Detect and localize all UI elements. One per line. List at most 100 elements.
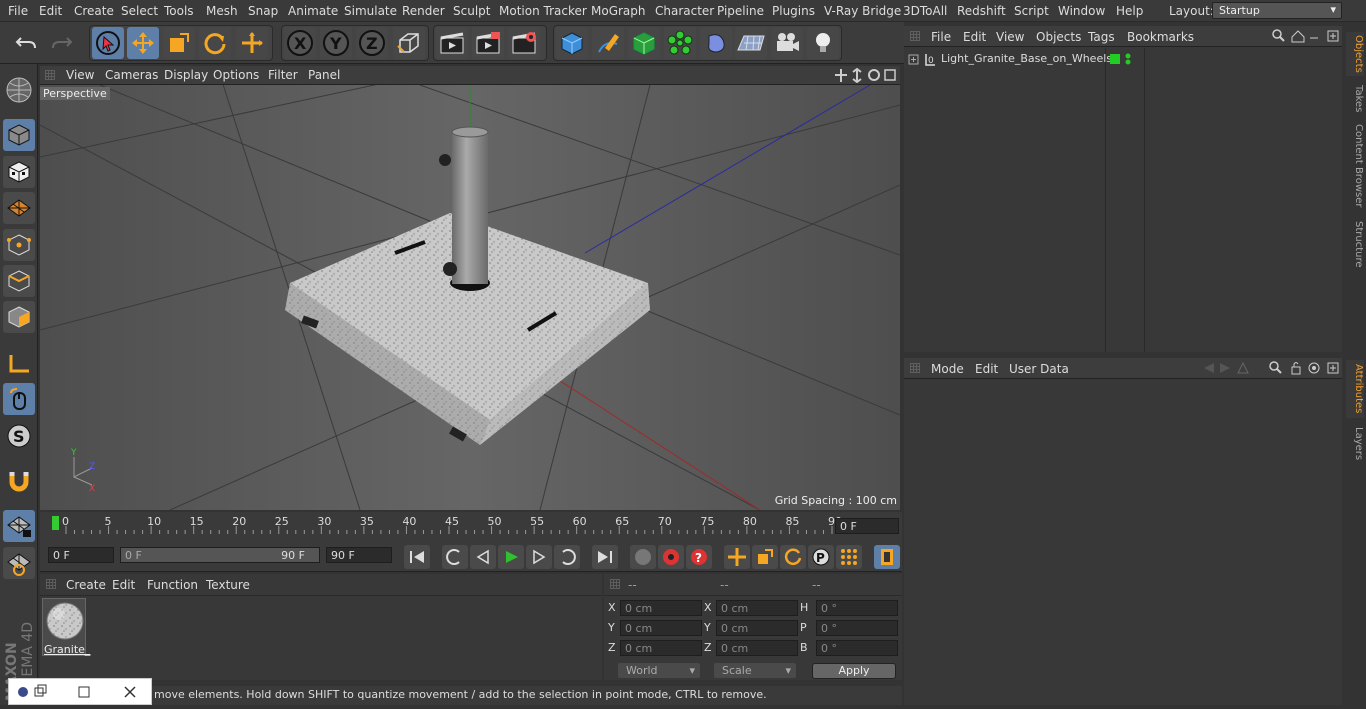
undo-button[interactable] bbox=[10, 27, 42, 59]
solo-button[interactable]: S bbox=[3, 420, 35, 452]
key-parameter-button[interactable]: P bbox=[808, 545, 834, 569]
coord-value-field[interactable]: 0 cm bbox=[716, 600, 798, 616]
panel-grip[interactable] bbox=[610, 579, 620, 589]
polygons-mode-button[interactable] bbox=[3, 301, 35, 333]
objects-menu-objects[interactable]: Objects bbox=[1036, 30, 1081, 44]
material-menu-texture[interactable]: Texture bbox=[206, 578, 250, 592]
menu-tools[interactable]: Tools bbox=[164, 4, 194, 18]
viewport-menu-display[interactable]: Display bbox=[164, 68, 208, 82]
coord-system-select[interactable]: World ▾ bbox=[618, 663, 700, 678]
coord-value-field[interactable]: 0 ° bbox=[816, 640, 898, 656]
rotate-button[interactable] bbox=[199, 27, 231, 59]
menu-help[interactable]: Help bbox=[1116, 4, 1143, 18]
attr-header-icons[interactable] bbox=[1200, 361, 1340, 376]
menu-simulate[interactable]: Simulate bbox=[344, 4, 397, 18]
play-button[interactable] bbox=[498, 545, 524, 569]
size-mode-select[interactable]: Scale ▾ bbox=[714, 663, 796, 678]
menu-mesh[interactable]: Mesh bbox=[206, 4, 238, 18]
subdivision-button[interactable] bbox=[628, 27, 660, 59]
texture-mode-button[interactable] bbox=[3, 156, 35, 188]
key-position-button[interactable] bbox=[724, 545, 750, 569]
points-mode-button[interactable] bbox=[3, 229, 35, 261]
record-disabled-button[interactable] bbox=[630, 545, 656, 569]
tab-structure[interactable]: Structure bbox=[1346, 218, 1364, 270]
panel-grip[interactable] bbox=[45, 70, 55, 80]
floor-button[interactable] bbox=[735, 27, 767, 59]
panel-grip[interactable] bbox=[46, 579, 56, 589]
render-settings-button[interactable] bbox=[508, 27, 540, 59]
start-frame-field[interactable]: 0 F bbox=[48, 547, 114, 563]
camera-button[interactable] bbox=[771, 27, 803, 59]
material-menu-function[interactable]: Function bbox=[147, 578, 198, 592]
objects-menu-bookmarks[interactable]: Bookmarks bbox=[1127, 30, 1194, 44]
menu-redshift[interactable]: Redshift bbox=[957, 4, 1006, 18]
panel-grip[interactable] bbox=[910, 31, 920, 41]
coord-value-field[interactable]: 0 cm bbox=[620, 620, 702, 636]
menu-motion-tracker[interactable]: Motion Tracker bbox=[499, 4, 587, 18]
menu-window[interactable]: Window bbox=[1058, 4, 1105, 18]
tab-takes[interactable]: Takes bbox=[1346, 82, 1364, 116]
z-axis-button[interactable]: Z bbox=[356, 27, 388, 59]
edges-mode-button[interactable] bbox=[3, 265, 35, 297]
key-pla-button[interactable] bbox=[836, 545, 862, 569]
viewport-menu-options[interactable]: Options bbox=[213, 68, 259, 82]
menu-pipeline[interactable]: Pipeline bbox=[717, 4, 764, 18]
coord-value-field[interactable]: 0 cm bbox=[716, 620, 798, 636]
objects-menu-view[interactable]: View bbox=[996, 30, 1024, 44]
cube-object-button[interactable] bbox=[556, 27, 588, 59]
make-editable-button[interactable] bbox=[3, 74, 35, 106]
menu-edit[interactable]: Edit bbox=[39, 4, 62, 18]
autokey-button[interactable] bbox=[658, 545, 684, 569]
menu-file[interactable]: File bbox=[8, 4, 28, 18]
coord-value-field[interactable]: 0 ° bbox=[816, 600, 898, 616]
menu-mograph[interactable]: MoGraph bbox=[591, 4, 646, 18]
x-axis-button[interactable]: X bbox=[284, 27, 316, 59]
cloner-button[interactable] bbox=[664, 27, 696, 59]
viewport-menu-filter[interactable]: Filter bbox=[268, 68, 298, 82]
tab-attributes[interactable]: Attributes bbox=[1346, 360, 1364, 418]
scale-button[interactable] bbox=[163, 27, 195, 59]
frame-range-slider[interactable]: 0 F 90 F bbox=[120, 547, 320, 563]
go-to-end-button[interactable] bbox=[592, 545, 618, 569]
menu-snap[interactable]: Snap bbox=[248, 4, 278, 18]
workplane-button[interactable] bbox=[3, 192, 35, 224]
material-menu-create[interactable]: Create bbox=[66, 578, 106, 592]
material-menu-edit[interactable]: Edit bbox=[112, 578, 135, 592]
attr-menu-edit[interactable]: Edit bbox=[975, 362, 998, 376]
menu-script[interactable]: Script bbox=[1014, 4, 1049, 18]
go-to-start-button[interactable] bbox=[404, 545, 430, 569]
objects-menu-tags[interactable]: Tags bbox=[1088, 30, 1115, 44]
axis-mode-button[interactable] bbox=[3, 347, 35, 379]
menu-create[interactable]: Create bbox=[74, 4, 114, 18]
objects-menu-edit[interactable]: Edit bbox=[963, 30, 986, 44]
apply-button[interactable]: Apply bbox=[812, 663, 896, 679]
object-row[interactable]: 0 Light_Granite_Base_on_Wheels bbox=[904, 50, 1342, 68]
redo-button[interactable] bbox=[46, 27, 78, 59]
deformer-button[interactable] bbox=[700, 27, 732, 59]
model-mode-button[interactable] bbox=[3, 119, 35, 151]
visibility-dot[interactable] bbox=[1110, 54, 1120, 64]
tab-content-browser[interactable]: Content Browser bbox=[1346, 122, 1364, 210]
render-view-button[interactable] bbox=[436, 27, 468, 59]
viewport-menu-view[interactable]: View bbox=[66, 68, 94, 82]
key-rotation-button[interactable] bbox=[780, 545, 806, 569]
pen-spline-button[interactable] bbox=[592, 27, 624, 59]
objects-header-icons[interactable] bbox=[1272, 29, 1340, 44]
tab-objects[interactable]: Objects bbox=[1346, 32, 1364, 76]
coord-value-field[interactable]: 0 cm bbox=[716, 640, 798, 656]
coord-value-field[interactable]: 0 cm bbox=[620, 600, 702, 616]
tweak-mode-button[interactable] bbox=[3, 383, 35, 415]
menu-sculpt[interactable]: Sculpt bbox=[453, 4, 490, 18]
next-key-button[interactable] bbox=[554, 545, 580, 569]
menu-animate[interactable]: Animate bbox=[288, 4, 338, 18]
snap-button[interactable] bbox=[3, 465, 35, 497]
move-button[interactable] bbox=[127, 27, 159, 59]
menu-render[interactable]: Render bbox=[402, 4, 445, 18]
timeline[interactable]: 051015202530354045505560657075808590 0 F bbox=[40, 512, 902, 542]
next-frame-button[interactable] bbox=[526, 545, 552, 569]
viewport-menu-cameras[interactable]: Cameras bbox=[105, 68, 158, 82]
material-swatch[interactable]: Granite_ bbox=[42, 598, 90, 656]
panel-grip[interactable] bbox=[910, 363, 920, 373]
key-scale-button[interactable] bbox=[752, 545, 778, 569]
menu-character[interactable]: Character bbox=[655, 4, 714, 18]
